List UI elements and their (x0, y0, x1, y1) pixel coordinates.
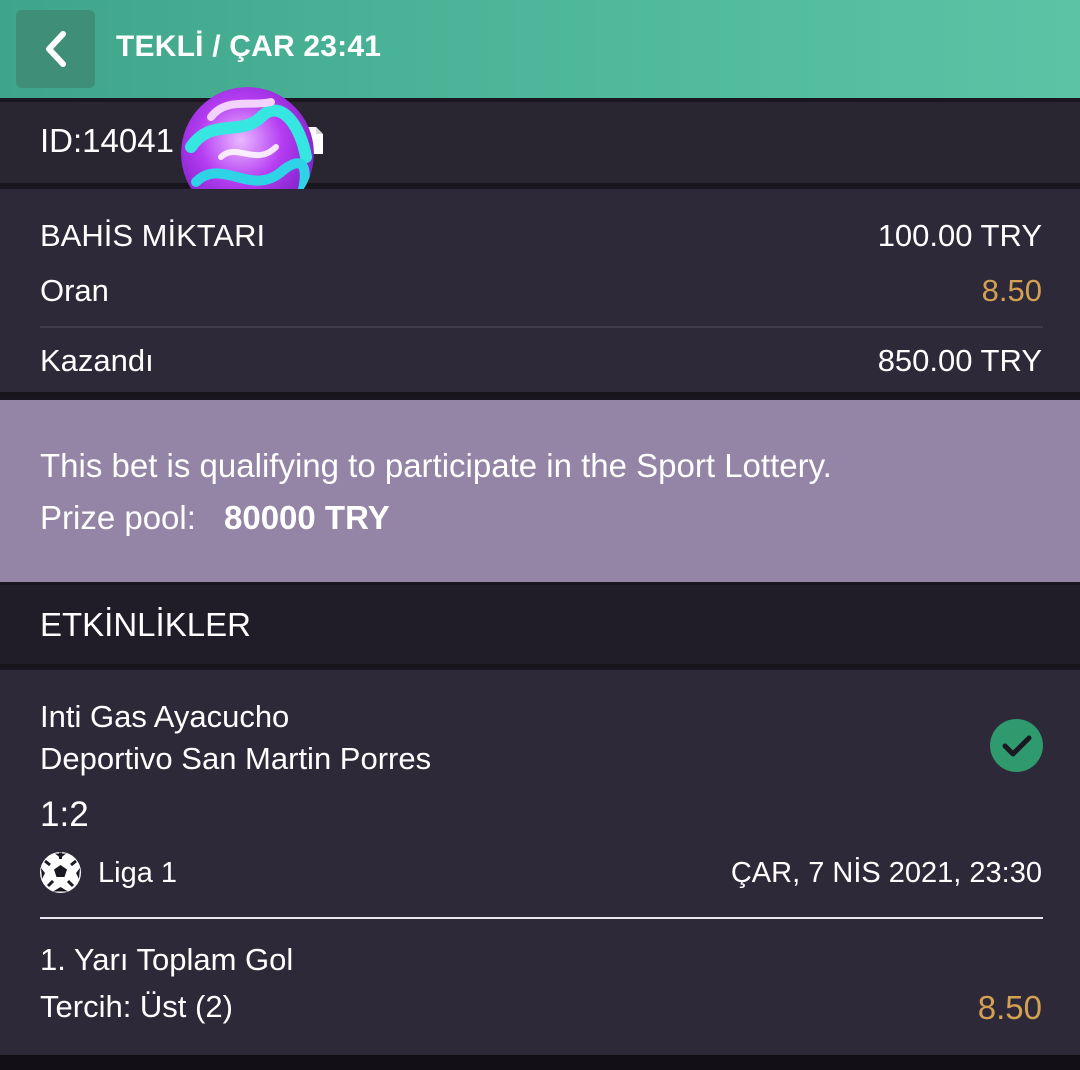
summary-divider (40, 326, 1043, 328)
stake-label: BAHİS MİKTARI (40, 218, 266, 253)
league-name: Liga 1 (98, 857, 178, 889)
odds-value: 8.50 (981, 273, 1042, 308)
chevron-left-icon (45, 31, 66, 67)
prize-pool-value: 80000 TRY (224, 499, 390, 536)
odds-label: Oran (40, 273, 109, 308)
match-score: 1:2 (40, 795, 89, 834)
won-label: Kazandı (40, 343, 154, 378)
event-divider (40, 917, 1043, 919)
home-team: Inti Gas Ayacucho (40, 699, 290, 734)
back-button[interactable] (16, 10, 95, 88)
top-bar: TEKLİ / ÇAR 23:41 (0, 0, 1080, 100)
away-team: Deportivo San Martin Porres (40, 741, 432, 776)
events-title: ETKİNLİKLER (40, 606, 251, 643)
lottery-banner (0, 400, 1080, 582)
check-circle-icon (990, 719, 1043, 772)
page-title: TEKLİ / ÇAR 23:41 (116, 30, 382, 63)
bet-id: ID:14041 (40, 122, 174, 159)
pick-odds: 8.50 (977, 989, 1042, 1026)
pick-selection: Tercih: Üst (2) (40, 989, 233, 1024)
lottery-message: This bet is qualifying to participate in… (40, 447, 832, 484)
bottom-edge (0, 1055, 1080, 1070)
prize-pool-label: Prize pool: (40, 499, 196, 536)
soccer-ball-icon (40, 852, 81, 893)
market-name: 1. Yarı Toplam Gol (40, 942, 294, 977)
stake-value: 100.00 TRY (877, 218, 1042, 253)
won-value: 850.00 TRY (877, 343, 1042, 378)
event-date: ÇAR, 7 NİS 2021, 23:30 (730, 857, 1042, 889)
